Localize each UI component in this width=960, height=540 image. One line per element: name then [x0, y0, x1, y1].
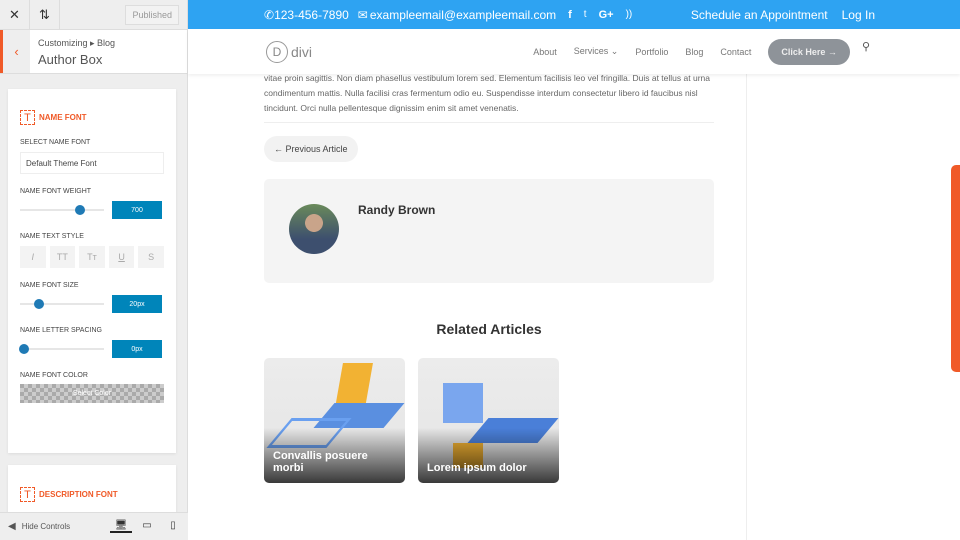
nav-portfolio[interactable]: Portfolio — [635, 47, 668, 57]
weight-slider[interactable] — [20, 205, 104, 215]
customizer-panel: ✕ ⇅ Published ‹ Customizing ▸ Blog Autho… — [0, 0, 188, 540]
nav-blog[interactable]: Blog — [685, 47, 703, 57]
site-preview: ✆ 123-456-7890 ✉ exampleemail@exampleemail… — [188, 0, 960, 540]
published-button[interactable]: Published — [125, 4, 179, 25]
text-icon: T — [20, 110, 35, 125]
section-title: NAME FONT — [39, 113, 87, 122]
login-link[interactable]: Log In — [842, 8, 875, 22]
top-bar: ✆ 123-456-7890 ✉ exampleemail@exampleemail… — [188, 0, 960, 29]
scrollbar[interactable] — [951, 165, 960, 372]
hide-controls-icon[interactable]: ◀ — [8, 521, 16, 532]
email[interactable]: exampleemail@exampleemail.com — [370, 8, 556, 22]
panel-title: Author Box — [38, 52, 103, 67]
label: NAME FONT SIZE — [20, 282, 79, 289]
slider-knob[interactable] — [19, 344, 30, 354]
spacing-value[interactable]: 0px — [112, 340, 162, 358]
facebook-icon[interactable]: f — [568, 9, 572, 21]
strikethrough-button[interactable]: S — [138, 246, 164, 268]
logo-mark: D — [266, 40, 288, 63]
article-text: vitae proin sagittis. Non diam phasellus… — [264, 71, 714, 123]
email-icon: ✉ — [357, 7, 368, 22]
phone-icon: ✆ — [264, 7, 275, 22]
click-here-button[interactable]: Click Here → — [768, 38, 850, 65]
slider-knob[interactable] — [34, 299, 45, 309]
related-title: Related Articles — [436, 321, 542, 337]
hide-controls-button[interactable]: Hide Controls — [22, 522, 70, 531]
label: NAME LETTER SPACING — [20, 327, 102, 334]
google-plus-icon[interactable]: G+ — [599, 9, 614, 21]
mobile-icon[interactable]: ▯ — [162, 520, 184, 533]
label: NAME TEXT STYLE — [20, 233, 84, 240]
avatar — [289, 204, 339, 254]
weight-value[interactable]: 700 — [112, 201, 162, 219]
underline-button[interactable]: U — [108, 246, 135, 268]
select-color-button[interactable]: Select Color — [20, 384, 164, 403]
related-article-card[interactable]: Lorem ipsum dolor — [418, 358, 559, 483]
smallcaps-button[interactable]: Tт — [79, 246, 105, 268]
section-title: DESCRIPTION FONT — [39, 490, 118, 499]
size-value[interactable]: 20px — [112, 295, 162, 313]
tablet-icon[interactable]: ▭ — [136, 520, 158, 533]
related-article-card[interactable]: Convallis posuere morbi — [264, 358, 405, 483]
search-icon[interactable]: ⚲ — [862, 40, 870, 53]
author-name: Randy Brown — [358, 203, 436, 217]
label: NAME FONT WEIGHT — [20, 188, 92, 195]
close-button[interactable]: ✕ — [0, 0, 30, 30]
rss-icon[interactable]: )) — [626, 9, 633, 20]
author-box: Randy Brown — [264, 179, 714, 283]
text-icon: T — [20, 487, 35, 502]
spacing-slider[interactable] — [19, 344, 104, 354]
font-select[interactable]: Default Theme Font — [20, 152, 164, 174]
back-button[interactable]: ‹ — [0, 30, 30, 73]
sort-icon[interactable]: ⇅ — [30, 0, 60, 30]
label: NAME FONT COLOR — [20, 372, 88, 379]
previous-article-button[interactable]: ← Previous Article — [264, 136, 358, 162]
italic-button[interactable]: I — [20, 246, 46, 268]
label: SELECT NAME FONT — [20, 139, 91, 146]
twitter-icon[interactable]: t — [584, 9, 587, 20]
logo-text: divi — [291, 43, 313, 60]
nav-contact[interactable]: Contact — [720, 47, 751, 57]
card-title: Convallis posuere morbi — [273, 450, 368, 474]
size-slider[interactable] — [20, 299, 104, 309]
logo[interactable]: Ddivi — [266, 40, 313, 63]
nav-services[interactable]: Services ⌄ — [574, 46, 619, 57]
breadcrumb: Customizing ▸ Blog — [38, 38, 116, 48]
schedule-link[interactable]: Schedule an Appointment — [691, 8, 828, 22]
phone[interactable]: 123-456-7890 — [274, 8, 349, 22]
slider-knob[interactable] — [75, 205, 86, 215]
card-title: Lorem ipsum dolor — [427, 462, 527, 474]
nav-about[interactable]: About — [533, 47, 557, 57]
uppercase-button[interactable]: TT — [49, 246, 76, 268]
desktop-icon[interactable]: 🖥 — [110, 520, 132, 533]
